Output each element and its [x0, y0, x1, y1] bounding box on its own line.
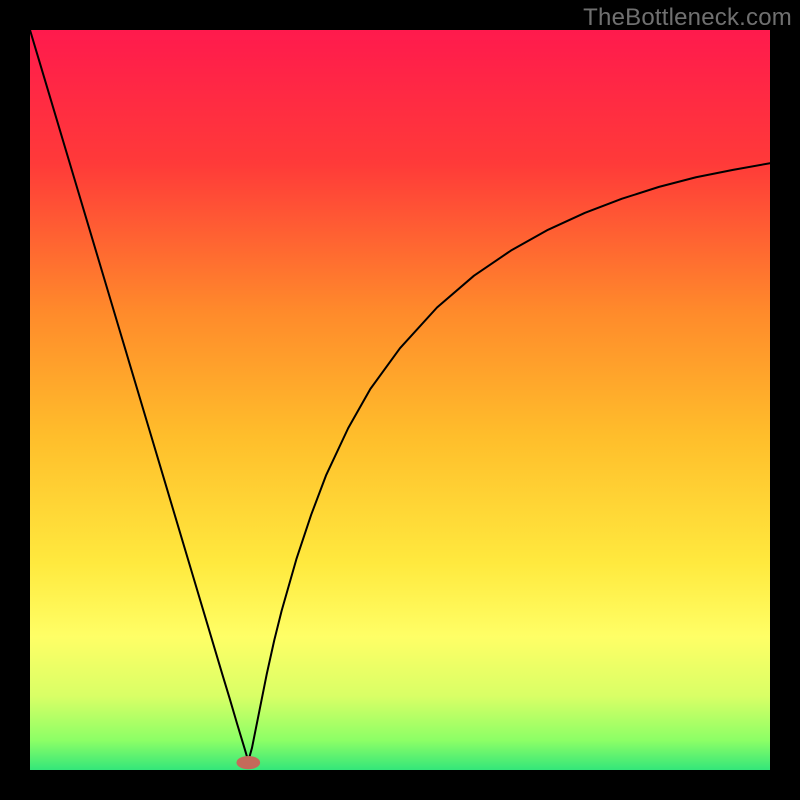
plot-area	[30, 30, 770, 770]
chart-frame: TheBottleneck.com	[0, 0, 800, 800]
chart-svg	[30, 30, 770, 770]
watermark-text: TheBottleneck.com	[583, 4, 792, 32]
minimum-marker	[236, 756, 260, 769]
